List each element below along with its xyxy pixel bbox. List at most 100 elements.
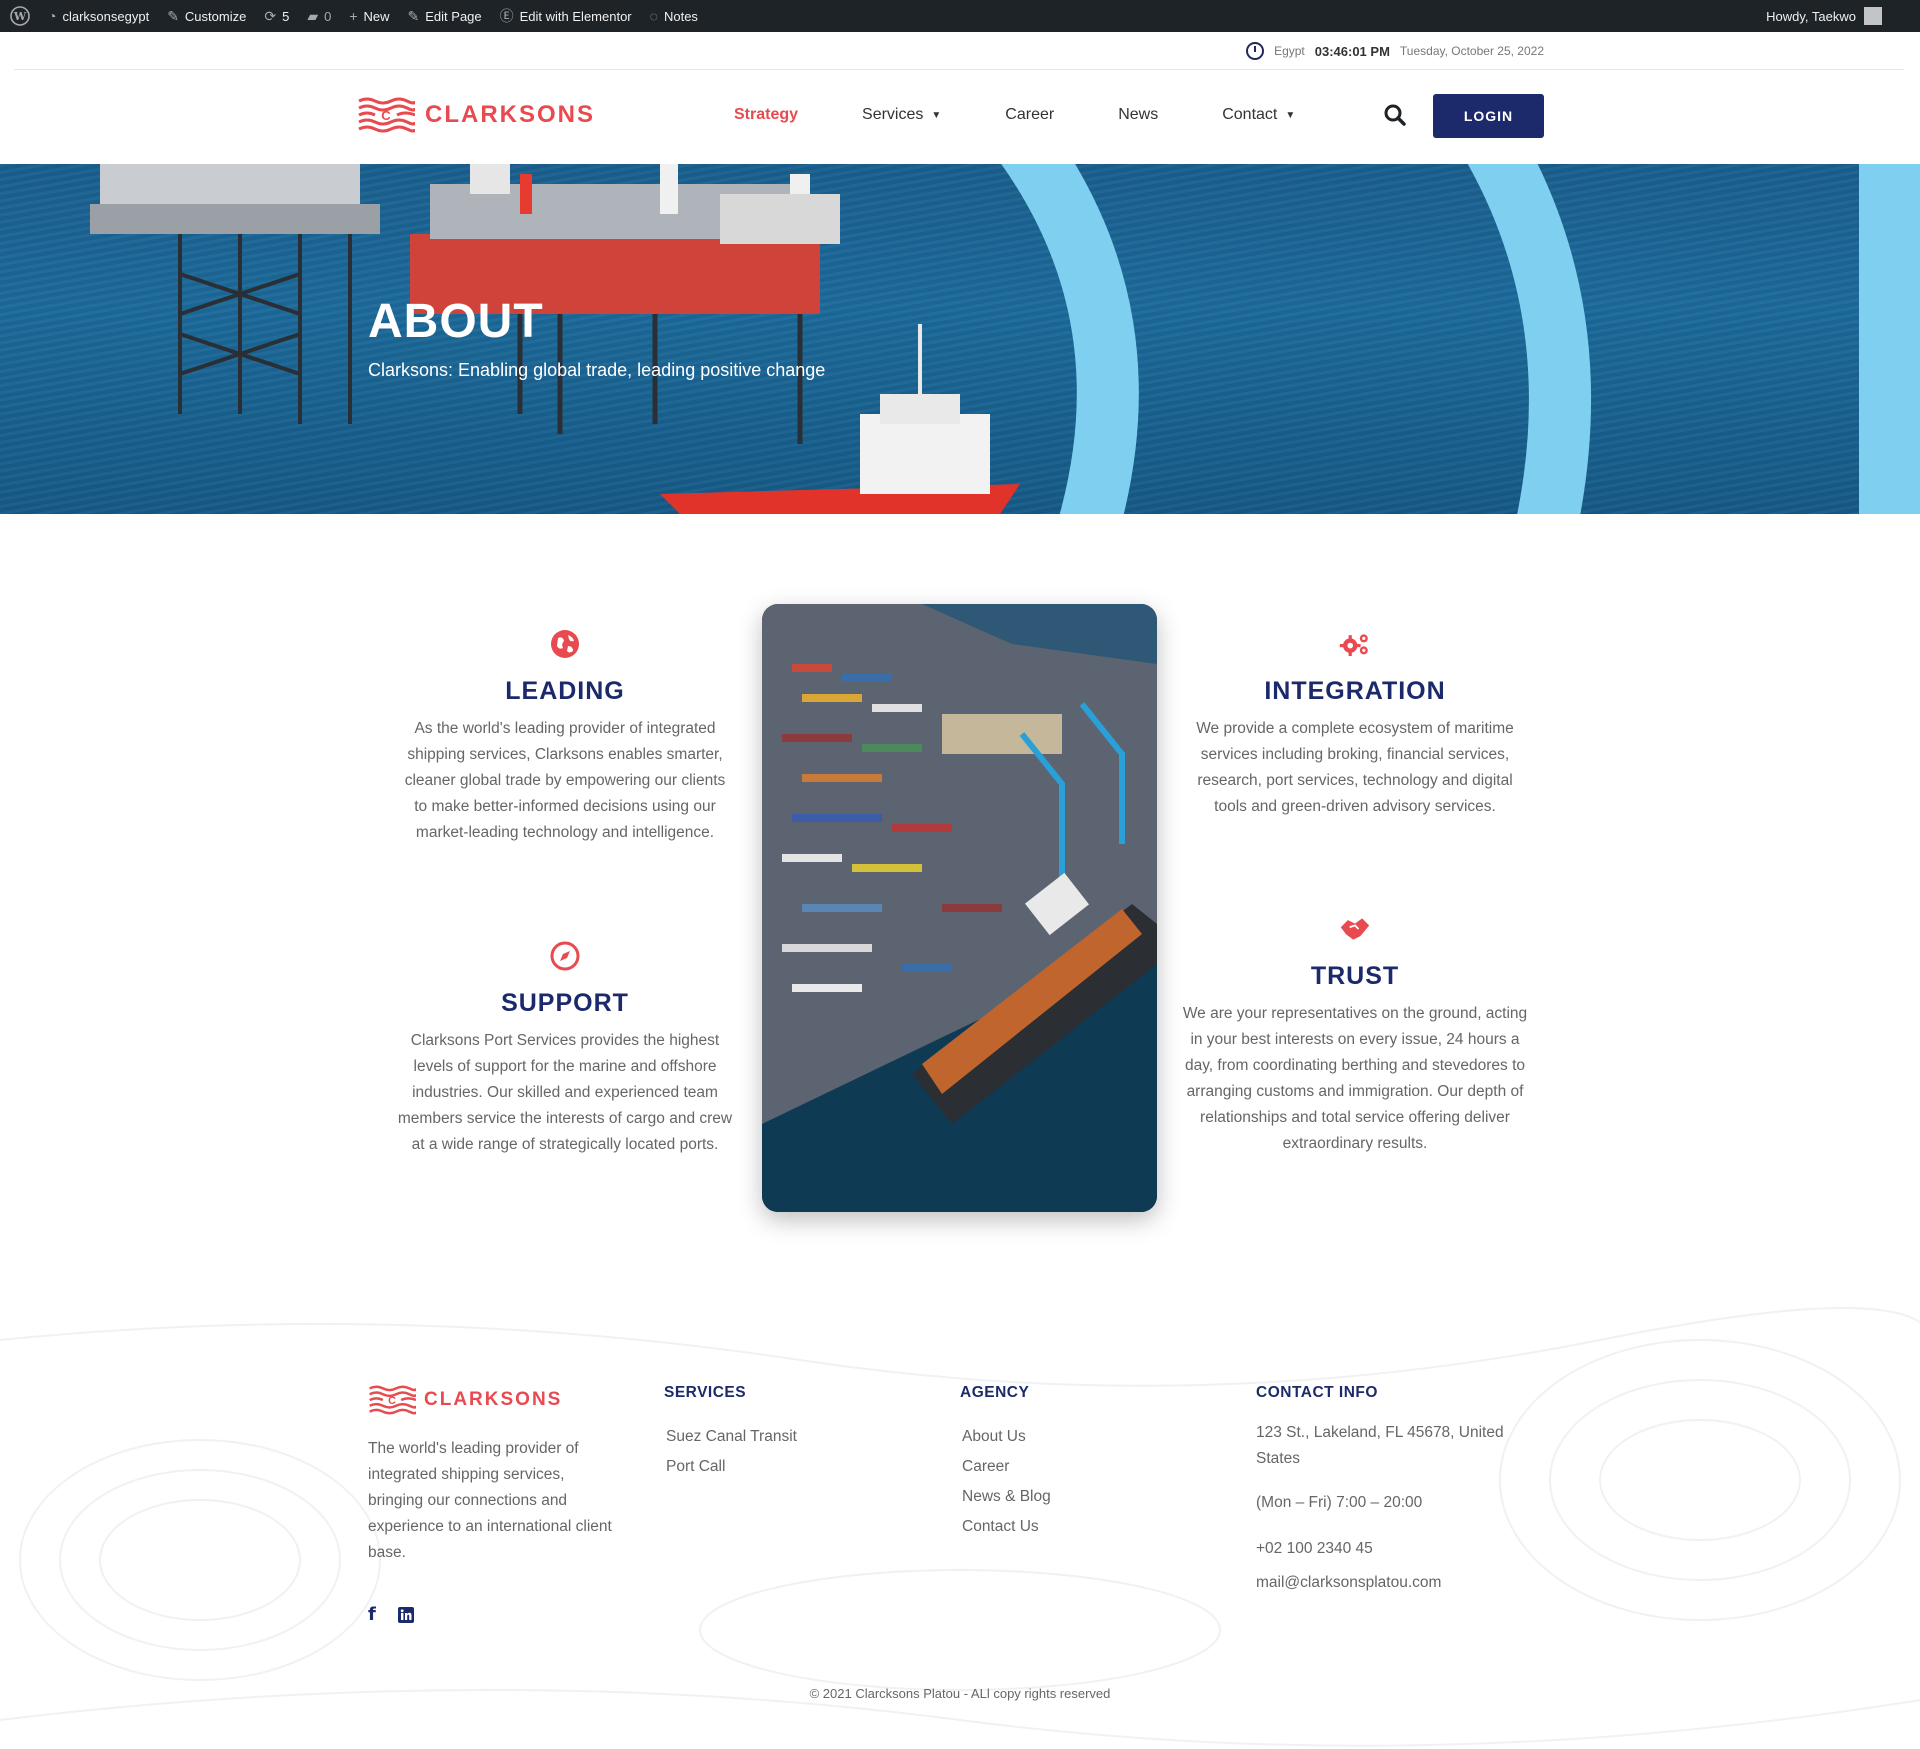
customize-link[interactable]: ✎ Customize [167, 9, 246, 24]
chevron-down-icon: ▼ [1285, 109, 1296, 121]
updates-count: 5 [282, 8, 290, 24]
pencil-icon: ✎ [407, 8, 420, 24]
copyright: © 2021 Clarcksons Platou - ALl copy righ… [809, 1686, 1111, 1701]
feature-integration-text: We provide a complete ecosystem of marit… [1196, 720, 1514, 815]
svg-text:C: C [381, 108, 391, 123]
footer-description: The world's leading provider of integrat… [368, 1440, 612, 1561]
footer-link-contact[interactable]: Contact Us [962, 1512, 1051, 1542]
brush-icon: ✎ [167, 8, 179, 24]
date-label: Tuesday, October 25, 2022 [1399, 44, 1544, 58]
refresh-icon: ⟳ [264, 8, 277, 24]
footer-services-title: SERVICES [664, 1384, 747, 1401]
footer-link-about[interactable]: About Us [962, 1422, 1051, 1452]
feature-leading-text: As the world's leading provider of integ… [404, 720, 726, 841]
footer-logo[interactable]: C CLARKSONS [368, 1384, 613, 1416]
elementor-label: Edit with Elementor [519, 8, 632, 24]
nav-contact-label: Contact [1222, 106, 1278, 123]
hero-illustration [90, 164, 1920, 514]
footer-agency-column: AGENCY About Us Career News & Blog Conta… [960, 1384, 1051, 1542]
footer-link-suez-canal[interactable]: Suez Canal Transit [666, 1422, 797, 1452]
elementor-icon: Ⓔ [499, 8, 514, 24]
wordpress-logo-icon[interactable]: W [10, 6, 30, 26]
feature-trust: TRUST We are your representatives on the… [1180, 913, 1530, 1157]
new-label: New [363, 8, 390, 24]
globe-icon [551, 630, 579, 658]
feature-integration: INTEGRATION We provide a complete ecosys… [1180, 628, 1530, 820]
nav-career[interactable]: Career [1005, 106, 1054, 124]
footer-agency-title: AGENCY [960, 1384, 1030, 1401]
site-header: C CLARKSONS Strategy Services ▼ Career Ne… [0, 70, 1920, 164]
edit-page-link[interactable]: ✎ Edit Page [408, 9, 482, 24]
feature-leading-title: LEADING [505, 677, 625, 705]
feature-support-text: Clarksons Port Services provides the hig… [397, 1032, 733, 1153]
contact-phone[interactable]: +02 100 2340 45 [1256, 1536, 1546, 1562]
new-content-link[interactable]: + New [349, 9, 389, 24]
svg-text:W: W [13, 10, 27, 23]
howdy-label: Howdy, Taekwo [1766, 8, 1856, 24]
speech-bubble-icon: ◌ [649, 8, 658, 24]
site-logo[interactable]: C CLARKSONS [357, 96, 595, 134]
comments-link[interactable]: ▰ 0 [307, 9, 331, 24]
chevron-down-icon: ▼ [931, 109, 942, 121]
feature-support: SUPPORT Clarksons Port Services provides… [390, 940, 740, 1158]
facebook-icon[interactable]: f [368, 1604, 376, 1625]
location-label: Egypt [1274, 44, 1305, 58]
logo-text: CLARKSONS [425, 101, 596, 128]
site-name: clarksonsegypt [62, 8, 150, 24]
nav-services[interactable]: Services ▼ [862, 106, 941, 124]
contact-hours: (Mon – Fri) 7:00 – 20:00 [1256, 1494, 1423, 1511]
login-button[interactable]: LOGIN [1433, 94, 1544, 138]
plus-icon: + [349, 8, 358, 24]
hero-banner: ABOUT Clarksons: Enabling global trade, … [0, 164, 1920, 514]
footer-link-port-call[interactable]: Port Call [666, 1452, 797, 1482]
linkedin-icon[interactable] [397, 1606, 414, 1623]
svg-text:C: C [388, 1395, 396, 1407]
nav-services-label: Services [862, 106, 924, 123]
feature-support-title: SUPPORT [501, 989, 629, 1017]
contact-address: 123 St., Lakeland, FL 45678, United Stat… [1256, 1424, 1504, 1467]
site-footer: C CLARKSONS The world's leading provider… [0, 1300, 1920, 1749]
notes-label: Notes [663, 8, 698, 24]
notes-link[interactable]: ◌ Notes [650, 9, 698, 24]
comment-icon: ▰ [307, 8, 319, 24]
search-icon[interactable] [1384, 104, 1406, 126]
port-aerial-image [762, 604, 1157, 1212]
nav-strategy[interactable]: Strategy [734, 106, 798, 124]
page-title: ABOUT [368, 295, 544, 348]
feature-leading: LEADING As the world's leading provider … [390, 628, 740, 846]
wp-admin-bar: W ◔ clarksonsegypt ✎ Customize ⟳ 5 ▰ 0 +… [0, 0, 1920, 32]
clock-icon [1246, 42, 1265, 60]
customize-label: Customize [184, 8, 247, 24]
gears-icon [1339, 634, 1368, 656]
updates-link[interactable]: ⟳ 5 [264, 9, 289, 24]
top-info-bar: Egypt 03:46:01 PM Tuesday, October 25, 2… [0, 32, 1920, 70]
handshake-icon [1340, 918, 1370, 940]
footer-contact-title: CONTACT INFO [1256, 1384, 1378, 1401]
port-illustration [762, 604, 1157, 1212]
nav-contact[interactable]: Contact ▼ [1222, 106, 1295, 124]
clarksons-wave-logo-icon: C [358, 97, 415, 133]
footer-link-news-blog[interactable]: News & Blog [962, 1482, 1051, 1512]
social-links: f [368, 1604, 613, 1625]
clarksons-wave-logo-icon: C [369, 1385, 416, 1415]
feature-trust-title: TRUST [1310, 962, 1400, 990]
nav-news[interactable]: News [1118, 106, 1158, 124]
admin-site-link[interactable]: ◔ clarksonsegypt [48, 9, 149, 24]
dashboard-icon: ◔ [48, 8, 57, 24]
contact-email[interactable]: mail@clarksonsplatou.com [1256, 1570, 1546, 1596]
footer-contact-column: CONTACT INFO 123 St., Lakeland, FL 45678… [1256, 1384, 1546, 1596]
compass-icon [550, 941, 580, 971]
avatar [1864, 7, 1882, 25]
footer-link-career[interactable]: Career [962, 1452, 1051, 1482]
account-menu[interactable]: Howdy, Taekwo [1766, 7, 1882, 25]
time-label: 03:46:01 PM [1314, 43, 1390, 59]
elementor-link[interactable]: Ⓔ Edit with Elementor [500, 9, 632, 24]
footer-brand-column: C CLARKSONS The world's leading provider… [368, 1384, 613, 1625]
main-nav: Strategy Services ▼ Career News Contact ▼ [734, 106, 1359, 124]
footer-logo-text: CLARKSONS [424, 1389, 563, 1410]
comments-count: 0 [324, 8, 332, 24]
footer-services-column: SERVICES Suez Canal Transit Port Call [664, 1384, 797, 1482]
page-subtitle: Clarksons: Enabling global trade, leadin… [368, 360, 826, 380]
edit-page-label: Edit Page [425, 8, 482, 24]
feature-trust-text: We are your representatives on the groun… [1182, 1005, 1528, 1152]
